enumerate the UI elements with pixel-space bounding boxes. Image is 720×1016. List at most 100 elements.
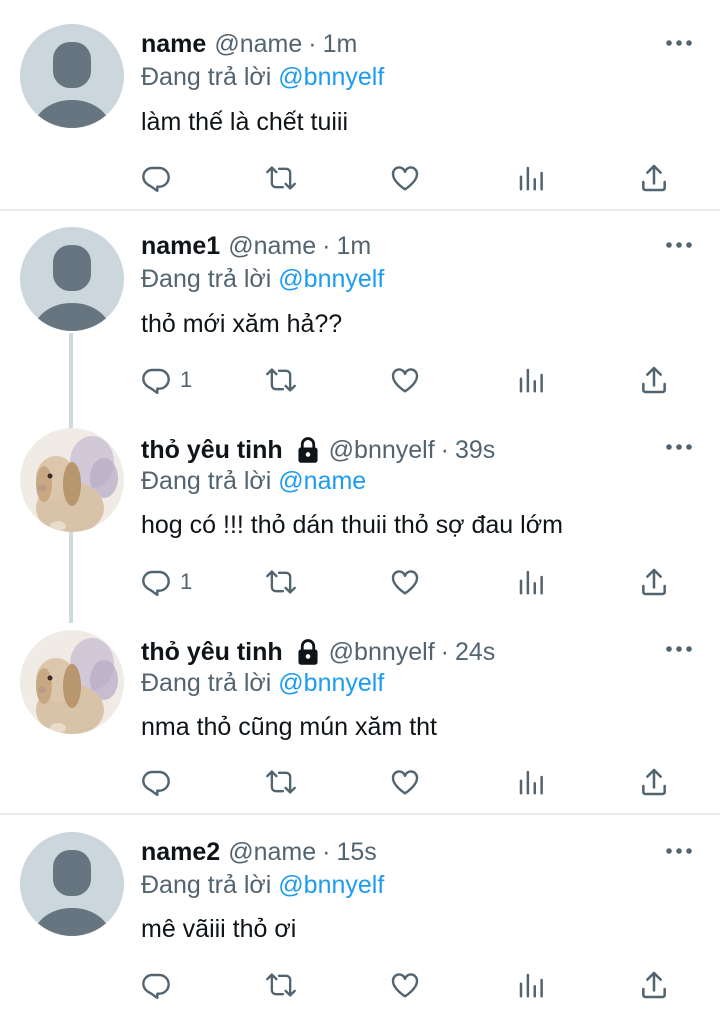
retweet-button[interactable]: [264, 764, 298, 800]
tweet-divider: [0, 209, 720, 211]
tweet-text: thỏ mới xăm hả??: [141, 310, 343, 338]
reply-button[interactable]: [140, 160, 180, 196]
retweet-button[interactable]: [264, 160, 298, 196]
reply-count: 1: [180, 367, 193, 392]
avatar[interactable]: [20, 227, 124, 331]
share-icon: [642, 164, 666, 192]
share-button[interactable]: [638, 967, 670, 1003]
display-name[interactable]: name: [141, 30, 206, 59]
retweet-icon: [266, 973, 296, 997]
user-handle: @name: [228, 837, 317, 866]
like-button[interactable]: [389, 362, 421, 398]
display-name[interactable]: thỏ yêu tinh: [141, 436, 283, 465]
display-name[interactable]: name2: [141, 838, 220, 867]
avatar[interactable]: [20, 832, 124, 936]
heart-icon: [391, 570, 419, 595]
timestamp[interactable]: 15s: [336, 838, 376, 867]
heart-icon: [391, 770, 419, 795]
share-button[interactable]: [638, 764, 670, 800]
more-options-icon[interactable]: [662, 639, 696, 659]
separator-dot: ·: [322, 231, 331, 260]
like-button[interactable]: [389, 967, 421, 1003]
more-options-icon[interactable]: [662, 235, 696, 255]
reply-mention-link[interactable]: @bnnyelf: [278, 669, 384, 697]
separator-dot: ·: [440, 435, 449, 464]
heart-icon: [391, 166, 419, 191]
share-button[interactable]: [638, 160, 670, 196]
retweet-icon: [266, 368, 296, 392]
views-button[interactable]: [516, 362, 546, 398]
tweet-text: hog có !!! thỏ dán thuii thỏ sợ đau lớm: [141, 511, 563, 539]
tweet-text: mê vãiii thỏ ơi: [141, 915, 297, 943]
reply-icon: [142, 166, 170, 193]
replying-label: Đang trả lời: [141, 669, 272, 697]
replying-to-line: Đang trả lời @bnnyelf: [141, 871, 384, 900]
tweet-header: name2 @name · 15s: [141, 835, 377, 869]
share-icon: [642, 568, 666, 596]
more-options-icon[interactable]: [662, 437, 696, 457]
tweet[interactable]: name1 @name · 1m Đang trả lời @bnnyelf t…: [0, 212, 720, 410]
views-button[interactable]: [516, 564, 546, 600]
replying-to-line: Đang trả lời @bnnyelf: [141, 265, 384, 294]
timestamp[interactable]: 1m: [323, 30, 358, 59]
user-handle: @name: [214, 29, 303, 58]
heart-icon: [391, 368, 419, 393]
views-button[interactable]: [516, 160, 546, 196]
reply-mention-link[interactable]: @bnnyelf: [278, 63, 384, 91]
timestamp[interactable]: 1m: [336, 232, 371, 261]
user-handle: @name: [228, 231, 317, 260]
bunny-avatar[interactable]: [20, 630, 124, 734]
reply-mention-link[interactable]: @bnnyelf: [278, 871, 384, 899]
lock-icon: [295, 638, 321, 666]
reply-count: 1: [180, 569, 193, 594]
views-button[interactable]: [516, 967, 546, 1003]
reply-button[interactable]: [140, 967, 180, 1003]
more-options-icon[interactable]: [662, 33, 696, 53]
separator-dot: ·: [322, 837, 331, 866]
like-button[interactable]: [389, 160, 421, 196]
avatar[interactable]: [20, 24, 124, 128]
share-button[interactable]: [638, 564, 670, 600]
user-handle: @bnnyelf: [328, 637, 435, 666]
retweet-button[interactable]: [264, 362, 298, 398]
timestamp[interactable]: 39s: [455, 436, 495, 465]
reply-mention-link[interactable]: @bnnyelf: [278, 265, 384, 293]
retweet-icon: [266, 770, 296, 794]
views-chart-icon: [519, 166, 543, 191]
like-button[interactable]: [389, 764, 421, 800]
tweet-divider: [0, 813, 720, 815]
tweet-text: nma thỏ cũng mún xăm tht: [141, 713, 437, 741]
views-button[interactable]: [516, 764, 546, 800]
share-icon: [642, 971, 666, 999]
retweet-icon: [266, 570, 296, 594]
share-icon: [642, 768, 666, 796]
timestamp[interactable]: 24s: [455, 638, 495, 667]
tweet-header: name1 @name · 1m: [141, 229, 371, 263]
retweet-button[interactable]: [264, 564, 298, 600]
reply-button[interactable]: 1: [140, 362, 192, 398]
reply-icon: [142, 770, 170, 797]
reply-button[interactable]: [140, 764, 180, 800]
tweet[interactable]: thỏ yêu tinh @bnnyelf · 39s Đang trả lời…: [0, 414, 720, 614]
views-chart-icon: [519, 368, 543, 393]
replying-label: Đang trả lời: [141, 871, 272, 899]
display-name[interactable]: name1: [141, 232, 220, 261]
replying-label: Đang trả lời: [141, 63, 272, 91]
like-button[interactable]: [389, 564, 421, 600]
reply-icon: [142, 570, 170, 597]
tweet[interactable]: thỏ yêu tinh @bnnyelf · 24s Đang trả lời…: [0, 616, 720, 812]
more-options-icon[interactable]: [662, 841, 696, 861]
retweet-button[interactable]: [264, 967, 298, 1003]
tweet[interactable]: name2 @name · 15s Đang trả lời @bnnyelf …: [0, 816, 720, 1016]
display-name[interactable]: thỏ yêu tinh: [141, 638, 283, 667]
share-button[interactable]: [638, 362, 670, 398]
reply-button[interactable]: 1: [140, 564, 192, 600]
tweet-header: thỏ yêu tinh @bnnyelf · 24s: [141, 635, 495, 669]
views-chart-icon: [519, 570, 543, 595]
separator-dot: ·: [308, 29, 317, 58]
bunny-avatar[interactable]: [20, 428, 124, 532]
tweet[interactable]: name @name · 1m Đang trả lời @bnnyelf là…: [0, 0, 720, 210]
separator-dot: ·: [440, 637, 449, 666]
tweet-header: thỏ yêu tinh @bnnyelf · 39s: [141, 433, 495, 467]
reply-mention-link[interactable]: @name: [278, 467, 366, 495]
